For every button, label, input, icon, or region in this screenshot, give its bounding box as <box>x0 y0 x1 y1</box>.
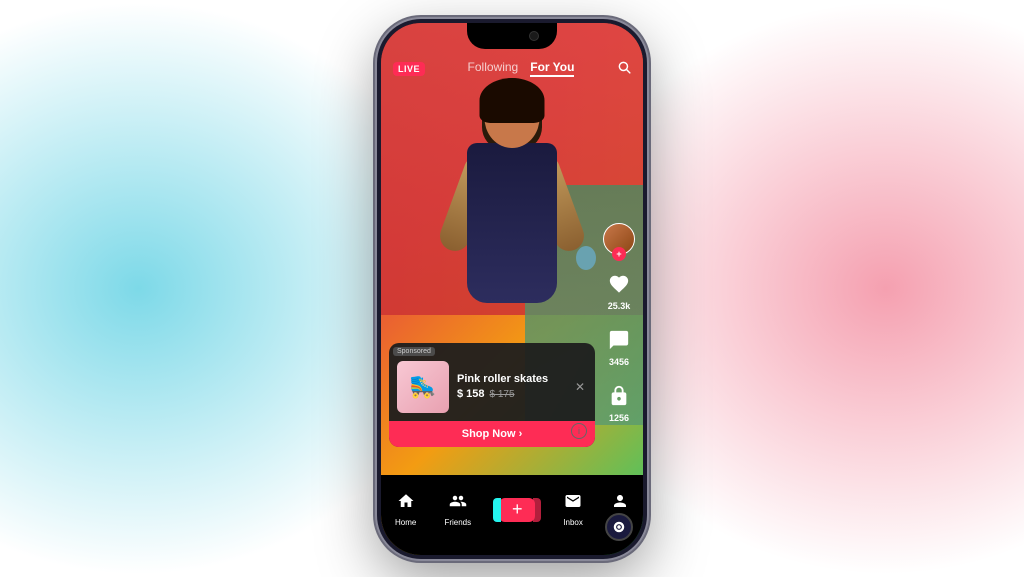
product-info: Pink roller skates $ 158 $ 175 <box>457 373 565 400</box>
share-count: 1256 <box>609 413 629 423</box>
product-prices: $ 158 $ 175 <box>457 388 565 400</box>
sponsored-label: Sponsored <box>393 347 435 356</box>
top-bar: LIVE Following For You <box>381 49 643 89</box>
friends-label: Friends <box>444 518 471 527</box>
comment-icon <box>604 325 634 355</box>
product-name: Pink roller skates <box>457 373 565 385</box>
nav-tabs: Following For You <box>468 60 575 77</box>
close-button[interactable]: ✕ <box>573 378 587 396</box>
product-card: Sponsored 🛼 Pink roller skates $ 158 $ 1… <box>389 343 595 447</box>
friends-icon <box>449 492 467 515</box>
following-tab[interactable]: Following <box>468 60 519 77</box>
inbox-label: Inbox <box>563 518 583 527</box>
like-count: 25.3k <box>608 301 631 311</box>
nav-friends[interactable]: Friends <box>444 492 471 527</box>
home-label: Home <box>395 518 416 527</box>
share-button[interactable]: 1256 <box>604 381 634 423</box>
phone-frame: LIVE Following For You + <box>377 19 647 559</box>
nav-inbox[interactable]: Inbox <box>563 492 583 527</box>
for-you-tab[interactable]: For You <box>530 60 574 77</box>
info-icon[interactable]: i <box>571 423 587 439</box>
current-price: $ 158 <box>457 388 485 400</box>
add-button[interactable]: + <box>499 498 535 522</box>
nav-home[interactable]: Home <box>395 492 416 527</box>
share-icon <box>604 381 634 411</box>
product-image: 🛼 <box>397 361 449 413</box>
inbox-icon <box>564 492 582 515</box>
notch <box>467 23 557 49</box>
creator-avatar[interactable]: + <box>603 223 635 255</box>
comment-count: 3456 <box>609 357 629 367</box>
nav-add[interactable]: + <box>499 498 535 522</box>
bottom-nav: Home Friends + <box>381 475 643 555</box>
phone-screen: LIVE Following For You + <box>381 23 643 555</box>
tiktok-disc <box>605 513 633 541</box>
skate-icon: 🛼 <box>409 374 436 400</box>
search-icon[interactable] <box>617 60 631 77</box>
original-price: $ 175 <box>490 389 515 400</box>
like-button[interactable]: 25.3k <box>604 269 634 311</box>
shop-now-button[interactable]: Shop Now › <box>389 421 595 447</box>
heart-icon <box>604 269 634 299</box>
live-badge[interactable]: LIVE <box>393 62 425 76</box>
comment-button[interactable]: 3456 <box>604 325 634 367</box>
me-icon <box>611 492 629 515</box>
home-icon <box>397 492 415 515</box>
camera <box>529 31 539 41</box>
side-actions: + 25.3k 3456 <box>603 223 635 423</box>
follow-plus-icon[interactable]: + <box>612 247 626 261</box>
